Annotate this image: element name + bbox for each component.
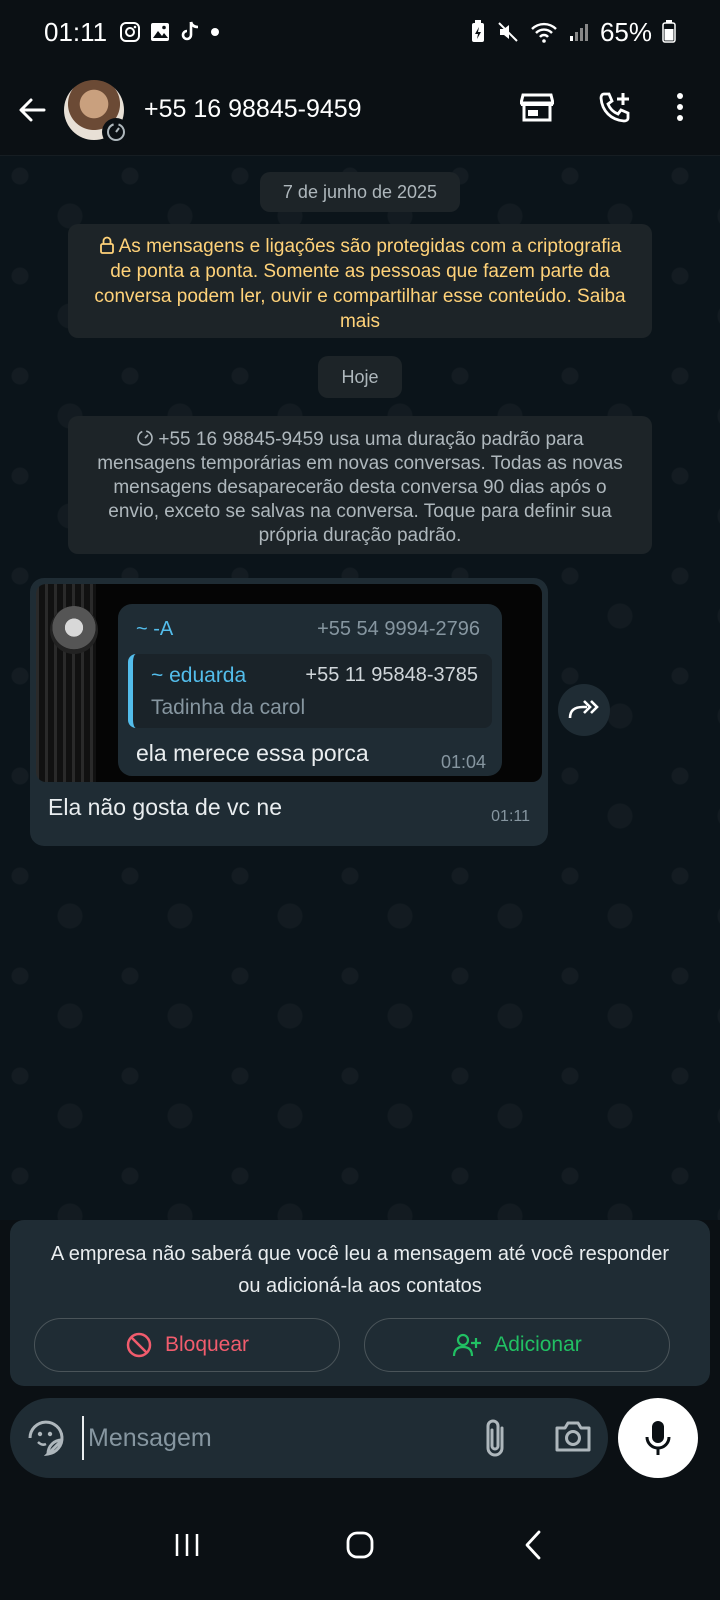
contact-name[interactable]: +55 16 98845-9459 — [144, 95, 362, 124]
incoming-message[interactable]: ~ -A +55 54 9994-2796 ~ eduarda +55 11 9… — [30, 578, 548, 846]
block-button[interactable]: Bloquear — [34, 1318, 340, 1372]
system-back-button[interactable] — [503, 1515, 563, 1575]
date-chip: 7 de junho de 2025 — [260, 172, 460, 212]
inner-quote-name: ~ eduarda — [151, 664, 247, 687]
shared-screenshot[interactable]: ~ -A +55 54 9994-2796 ~ eduarda +55 11 9… — [36, 584, 542, 782]
recents-button[interactable] — [157, 1515, 217, 1575]
add-person-icon — [453, 1333, 482, 1357]
temporary-messages-text: +55 16 98845-9459 usa uma duração padrão… — [97, 429, 623, 546]
message-input[interactable] — [82, 1416, 442, 1460]
inner-quote-text: Tadinha da carol — [151, 696, 306, 719]
business-notice: A empresa não saberá que você leu a mens… — [50, 1243, 670, 1297]
business-contact-panel: A empresa não saberá que você leu a mens… — [10, 1220, 710, 1386]
chat-header: +55 16 98845-9459 — [0, 64, 720, 156]
more-icon[interactable] — [676, 92, 684, 127]
tiktok-icon — [179, 20, 201, 44]
back-arrow-icon — [19, 98, 46, 121]
encryption-notice[interactable]: As mensagens e ligações são protegidas c… — [68, 224, 652, 338]
gallery-icon — [149, 21, 171, 43]
lock-icon — [99, 236, 114, 254]
encryption-notice-text: As mensagens e ligações são protegidas c… — [94, 236, 626, 332]
quoted-body: ela merece essa porca — [136, 740, 369, 766]
temporary-messages-notice[interactable]: +55 16 98845-9459 usa uma duração padrão… — [68, 416, 652, 554]
signal-icon — [568, 21, 590, 43]
add-contact-button[interactable]: Adicionar — [364, 1318, 670, 1372]
sticker-icon[interactable] — [26, 1418, 66, 1463]
block-icon — [126, 1332, 152, 1358]
recents-icon — [175, 1534, 198, 1556]
message-time: 01:11 — [491, 808, 530, 825]
instagram-icon — [119, 21, 141, 43]
today-chip: Hoje — [318, 356, 402, 398]
microphone-icon — [645, 1421, 671, 1455]
timer-icon — [137, 430, 154, 446]
quoted-message-card: ~ -A +55 54 9994-2796 ~ eduarda +55 11 9… — [118, 604, 502, 776]
forward-icon — [568, 700, 599, 719]
dot-icon — [209, 26, 221, 38]
mute-icon — [496, 20, 520, 44]
battery-icon — [662, 20, 676, 44]
store-icon[interactable] — [519, 92, 555, 127]
wifi-icon — [530, 20, 558, 44]
message-text: Ela não gosta de vc ne — [48, 794, 282, 820]
battery-percent: 65% — [599, 16, 652, 47]
inner-quote-phone: +55 11 95848-3785 — [305, 664, 478, 686]
chevron-left-icon — [525, 1530, 541, 1560]
forward-button[interactable] — [558, 684, 610, 736]
block-label: Bloquear — [164, 1333, 250, 1356]
disappearing-timer-icon — [102, 117, 130, 146]
inner-quote: ~ eduarda +55 11 95848-3785 Tadinha da c… — [128, 654, 492, 728]
message-composer — [10, 1398, 608, 1478]
contact-avatar-button[interactable] — [64, 79, 130, 146]
status-bar: 01:11 65% — [0, 0, 720, 64]
camera-icon[interactable] — [554, 1418, 592, 1459]
home-icon — [346, 1531, 374, 1559]
attach-icon[interactable] — [480, 1416, 510, 1465]
back-button[interactable] — [14, 92, 50, 128]
quoted-avatar — [50, 606, 98, 654]
quoted-time: 01:04 — [440, 752, 486, 772]
home-button[interactable] — [330, 1515, 390, 1575]
status-time: 01:11 — [44, 16, 108, 47]
system-nav-bar — [0, 1490, 720, 1600]
battery-saver-icon — [470, 20, 486, 44]
microphone-button[interactable] — [618, 1398, 698, 1478]
add-call-icon[interactable] — [598, 90, 632, 129]
chat-area[interactable]: 7 de junho de 2025 As mensagens e ligaçõ… — [0, 156, 720, 1220]
quoted-sender: ~ -A — [136, 618, 174, 640]
quoted-sender-phone: +55 54 9994-2796 — [317, 618, 480, 640]
add-label: Adicionar — [494, 1333, 582, 1356]
